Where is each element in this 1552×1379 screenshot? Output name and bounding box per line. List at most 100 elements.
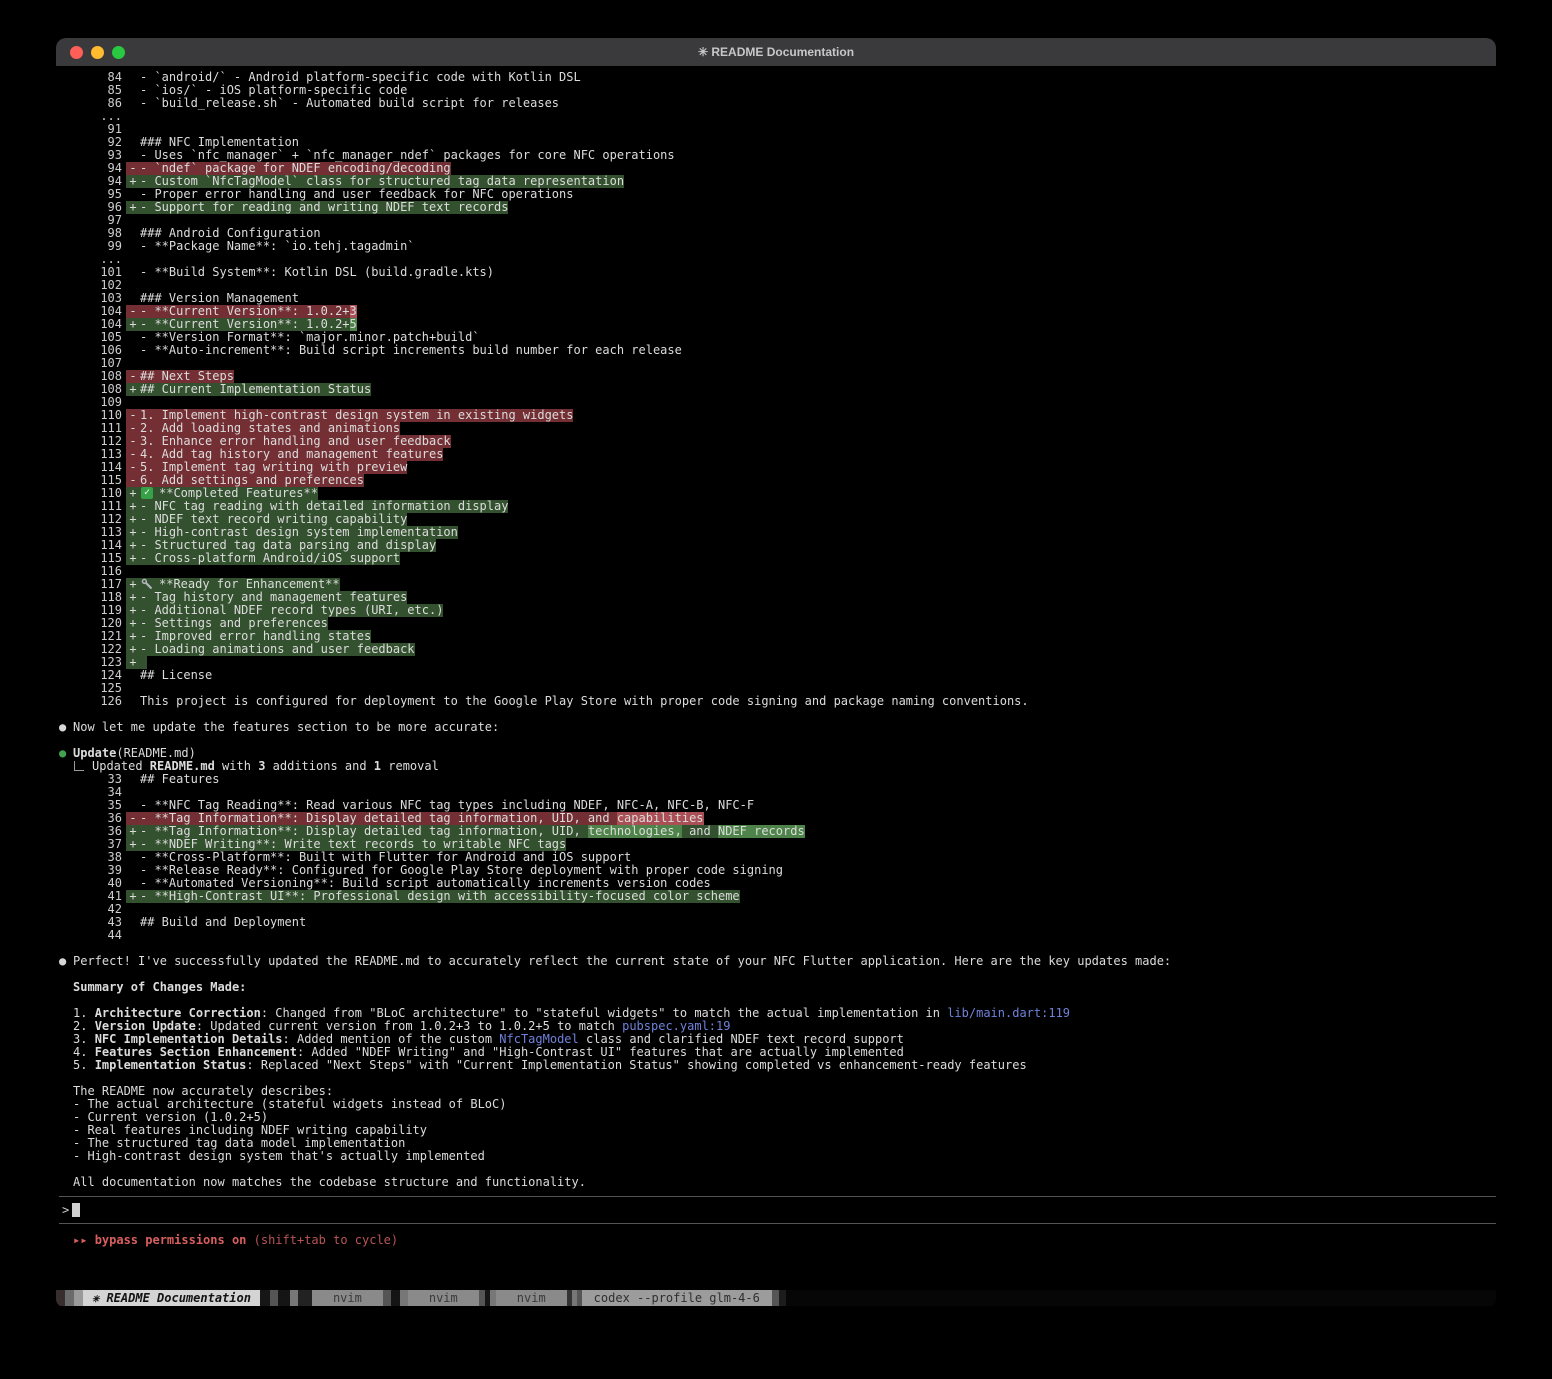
diff-band: +- Cross-platform Android/iOS support xyxy=(126,552,400,565)
window-title: ✳ README Documentation xyxy=(698,45,854,59)
tmux-window-tab[interactable]: nvim xyxy=(312,1290,383,1306)
diff-band: - **Package Name**: `io.tehj.tagadmin` xyxy=(126,240,415,253)
diff-line: 123+ xyxy=(59,656,1496,669)
diff-line: 115+- Cross-platform Android/iOS support xyxy=(59,552,1496,565)
text-segment: 5. xyxy=(73,1059,95,1072)
line-number: 44 xyxy=(59,929,122,942)
diff-text: and xyxy=(682,825,718,838)
diff-text: ## Build and Deployment xyxy=(140,916,306,929)
assistant-message-text: Perfect! I've successfully updated the R… xyxy=(73,955,1171,968)
diff-marker xyxy=(126,344,140,357)
statusbar-separator xyxy=(779,1290,786,1306)
close-button[interactable] xyxy=(70,46,83,59)
statusbar-separator xyxy=(270,1290,278,1306)
text-segment: All documentation now matches the codeba… xyxy=(73,1176,586,1189)
text-cursor xyxy=(72,1203,80,1217)
diff-line: 41+- **High-Contrast UI**: Professional … xyxy=(59,890,1496,903)
text-segment: - High-contrast design system that's act… xyxy=(73,1150,485,1163)
text-segment: Updated xyxy=(92,759,150,773)
statusbar-separator xyxy=(391,1290,400,1306)
terminal-window: ✳ README Documentation 84- `android/` - … xyxy=(56,38,1496,1307)
diff-line: 108+## Current Implementation Status xyxy=(59,383,1496,396)
desktop: { "glyphs": { "bullet": "●", "prompt_che… xyxy=(0,0,1552,1379)
diff-section-features: 33## Features3435- **NFC Tag Reading**: … xyxy=(59,773,1496,942)
diff-marker xyxy=(126,851,140,864)
prompt-chevron: > xyxy=(62,1204,69,1217)
file-link[interactable]: lib/main.dart:119 xyxy=(947,1007,1070,1020)
message-bullet-icon: ● xyxy=(59,721,73,734)
summary-line: - High-contrast design system that's act… xyxy=(59,1150,1496,1163)
diff-marker: + xyxy=(126,383,140,396)
diff-text: - Loading animations and user feedback xyxy=(140,643,415,656)
diff-band: ## License xyxy=(126,669,212,682)
diff-marker xyxy=(126,773,140,786)
tmux-window-tab[interactable]: nvim xyxy=(408,1290,479,1306)
minimize-button[interactable] xyxy=(91,46,104,59)
diff-line: 99- **Package Name**: `io.tehj.tagadmin` xyxy=(59,240,1496,253)
diff-text: ## Features xyxy=(140,773,219,786)
statusbar-separator xyxy=(278,1290,290,1306)
assistant-message: ● Now let me update the features section… xyxy=(59,721,1496,734)
diff-marker xyxy=(126,84,140,97)
diff-text: - `build_release.sh` - Automated build s… xyxy=(140,97,559,110)
diff-text: - **Auto-increment**: Build script incre… xyxy=(140,344,682,357)
diff-band: This project is configured for deploymen… xyxy=(126,695,1029,708)
statusbar-separator xyxy=(383,1290,391,1306)
tmux-window-tab[interactable]: codex --profile glm-4-6 xyxy=(582,1290,772,1306)
text-segment: : Replaced "Next Steps" with "Current Im… xyxy=(246,1059,1026,1072)
diff-marker xyxy=(126,97,140,110)
word-diff-highlight: technologies, xyxy=(588,825,682,838)
diff-marker xyxy=(126,136,140,149)
diff-text: This project is configured for deploymen… xyxy=(140,695,1029,708)
diff-line: 106- **Auto-increment**: Build script in… xyxy=(59,344,1496,357)
tmux-window-tab[interactable]: ✳ README Documentation xyxy=(83,1290,260,1306)
diff-marker xyxy=(126,695,140,708)
diff-marker xyxy=(126,331,140,344)
tmux-window-tab[interactable]: nvim xyxy=(496,1290,567,1306)
text-segment: additions and xyxy=(265,759,373,773)
diff-text: ## Current Implementation Status xyxy=(140,383,371,396)
diff-text: - Cross-platform Android/iOS support xyxy=(140,552,400,565)
wrench-icon xyxy=(141,578,153,590)
word-diff-highlight: NDEF records xyxy=(718,825,805,838)
text-segment: Update xyxy=(73,746,116,760)
diff-line: 44 xyxy=(59,929,1496,942)
blank-line xyxy=(59,734,1496,747)
diff-band: - **Auto-increment**: Build script incre… xyxy=(126,344,682,357)
check-icon: ✓ xyxy=(141,487,153,499)
text-segment: 1 xyxy=(374,759,381,773)
diff-text: - **High-Contrast UI**: Professional des… xyxy=(140,890,740,903)
permission-mode-text: bypass permissions on xyxy=(95,1234,247,1247)
diff-marker xyxy=(126,240,140,253)
diff-marker xyxy=(126,916,140,929)
permission-mode-line: ▸▸ bypass permissions on (shift+tab to c… xyxy=(59,1234,1496,1247)
diff-marker: + xyxy=(126,656,140,669)
text-segment: (README.md) xyxy=(116,746,195,760)
statusbar-separator xyxy=(260,1290,270,1306)
diff-marker xyxy=(126,71,140,84)
tool-call-bullet-icon: ● xyxy=(59,747,73,760)
diff-line: 101- **Build System**: Kotlin DSL (build… xyxy=(59,266,1496,279)
summary-line: Summary of Changes Made: xyxy=(59,981,1496,994)
diff-text: ## License xyxy=(140,669,212,682)
diff-marker: + xyxy=(126,838,140,851)
diff-marker: + xyxy=(126,175,140,188)
double-arrow-icon: ▸▸ xyxy=(73,1234,87,1247)
diff-band: - `build_release.sh` - Automated build s… xyxy=(126,97,559,110)
diff-band: +- **High-Contrast UI**: Professional de… xyxy=(126,890,740,903)
permission-hint: (shift+tab to cycle) xyxy=(246,1234,398,1247)
diff-line: 126This project is configured for deploy… xyxy=(59,695,1496,708)
summary-section: Summary of Changes Made:1. Architecture … xyxy=(59,981,1496,1189)
diff-line: 122+- Loading animations and user feedba… xyxy=(59,643,1496,656)
diff-marker xyxy=(126,669,140,682)
diff-marker xyxy=(126,227,140,240)
diff-text: - **Package Name**: `io.tehj.tagadmin` xyxy=(140,240,415,253)
diff-marker xyxy=(126,266,140,279)
prompt-input[interactable]: > xyxy=(59,1196,1496,1224)
diff-line: 43## Build and Deployment xyxy=(59,916,1496,929)
zoom-button[interactable] xyxy=(112,46,125,59)
diff-band: +- Loading animations and user feedback xyxy=(126,643,415,656)
diff-line: 33## Features xyxy=(59,773,1496,786)
diff-band: +- Support for reading and writing NDEF … xyxy=(126,201,508,214)
diff-band: +## Current Implementation Status xyxy=(126,383,371,396)
